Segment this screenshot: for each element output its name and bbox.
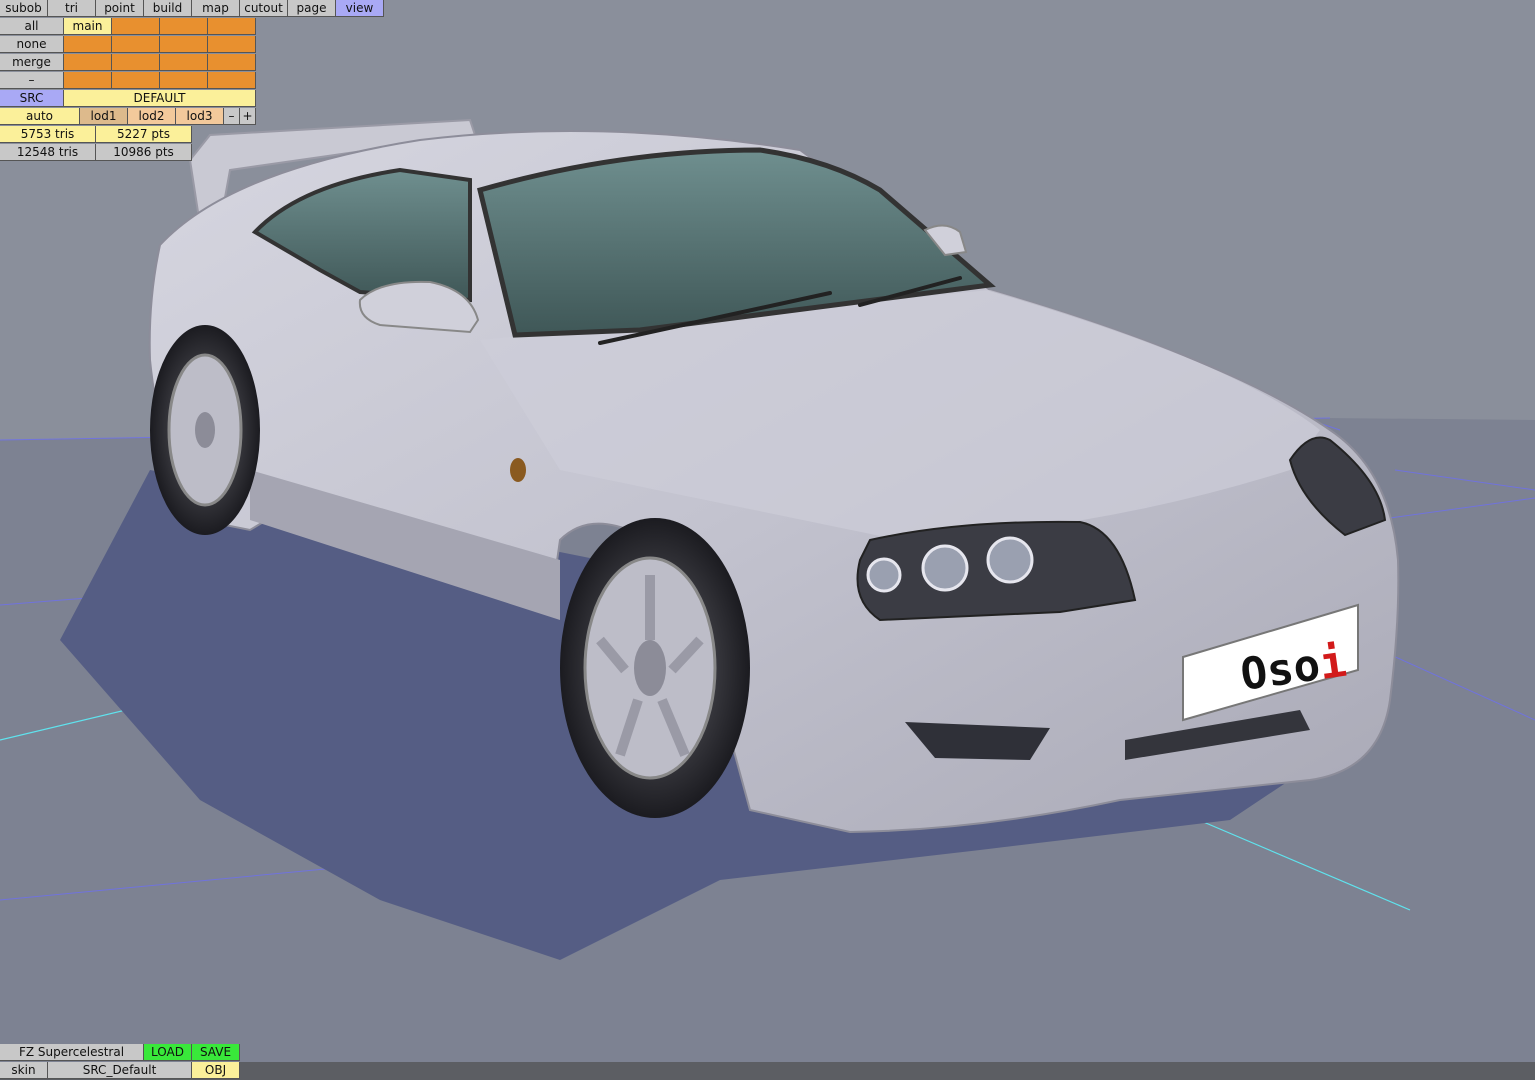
select-merge-button[interactable]: merge: [0, 54, 64, 71]
lod2-button[interactable]: lod2: [128, 108, 176, 125]
layer-slot[interactable]: [112, 54, 160, 71]
menu-tri[interactable]: tri: [48, 0, 96, 17]
skin-selector[interactable]: SRC_Default: [48, 1062, 192, 1079]
menu-point[interactable]: point: [96, 0, 144, 17]
vehicle-name-field[interactable]: FZ Supercelestral: [0, 1044, 144, 1061]
layer-slot[interactable]: [112, 72, 160, 89]
total-tris-count: 12548 tris: [0, 144, 96, 161]
lod3-button[interactable]: lod3: [176, 108, 224, 125]
menu-build[interactable]: build: [144, 0, 192, 17]
layer-slot[interactable]: [208, 72, 256, 89]
select-none-button[interactable]: none: [0, 36, 64, 53]
layer-slot[interactable]: [64, 36, 112, 53]
menu-subob[interactable]: subob: [0, 0, 48, 17]
save-button[interactable]: SAVE: [192, 1044, 240, 1061]
lod-pts-count: 5227 pts: [96, 126, 192, 143]
front-wheel: [560, 518, 750, 818]
layer-slot[interactable]: [208, 18, 256, 35]
layer-slot[interactable]: [112, 36, 160, 53]
obj-button[interactable]: OBJ: [192, 1062, 240, 1079]
layer-slot[interactable]: [112, 18, 160, 35]
lod-plus-button[interactable]: +: [240, 108, 256, 125]
layer-slot[interactable]: [64, 54, 112, 71]
side-marker-light: [510, 458, 526, 482]
total-pts-count: 10986 pts: [96, 144, 192, 161]
lod-auto-button[interactable]: auto: [0, 108, 80, 125]
layer-slot[interactable]: [208, 36, 256, 53]
menu-cutout[interactable]: cutout: [240, 0, 288, 17]
src-button[interactable]: SRC: [0, 90, 64, 107]
rear-wheel: [150, 325, 260, 535]
layer-tab-main[interactable]: main: [64, 18, 112, 35]
menu-view[interactable]: view: [336, 0, 384, 17]
skin-label: skin: [0, 1062, 48, 1079]
lod1-button[interactable]: lod1: [80, 108, 128, 125]
layer-slot[interactable]: [64, 72, 112, 89]
layer-slot[interactable]: [208, 54, 256, 71]
layer-slot[interactable]: [160, 72, 208, 89]
layer-slot[interactable]: [160, 18, 208, 35]
lod-minus-button[interactable]: –: [224, 108, 240, 125]
menu-map[interactable]: map: [192, 0, 240, 17]
menu-page[interactable]: page: [288, 0, 336, 17]
lod-tris-count: 5753 tris: [0, 126, 96, 143]
default-button[interactable]: DEFAULT: [64, 90, 256, 107]
load-button[interactable]: LOAD: [144, 1044, 192, 1061]
layer-slot[interactable]: [160, 36, 208, 53]
layer-slot[interactable]: [160, 54, 208, 71]
select-all-button[interactable]: all: [0, 18, 64, 35]
select-dash-button[interactable]: –: [0, 72, 64, 89]
3d-viewport[interactable]: Osoi: [0, 0, 1535, 1080]
